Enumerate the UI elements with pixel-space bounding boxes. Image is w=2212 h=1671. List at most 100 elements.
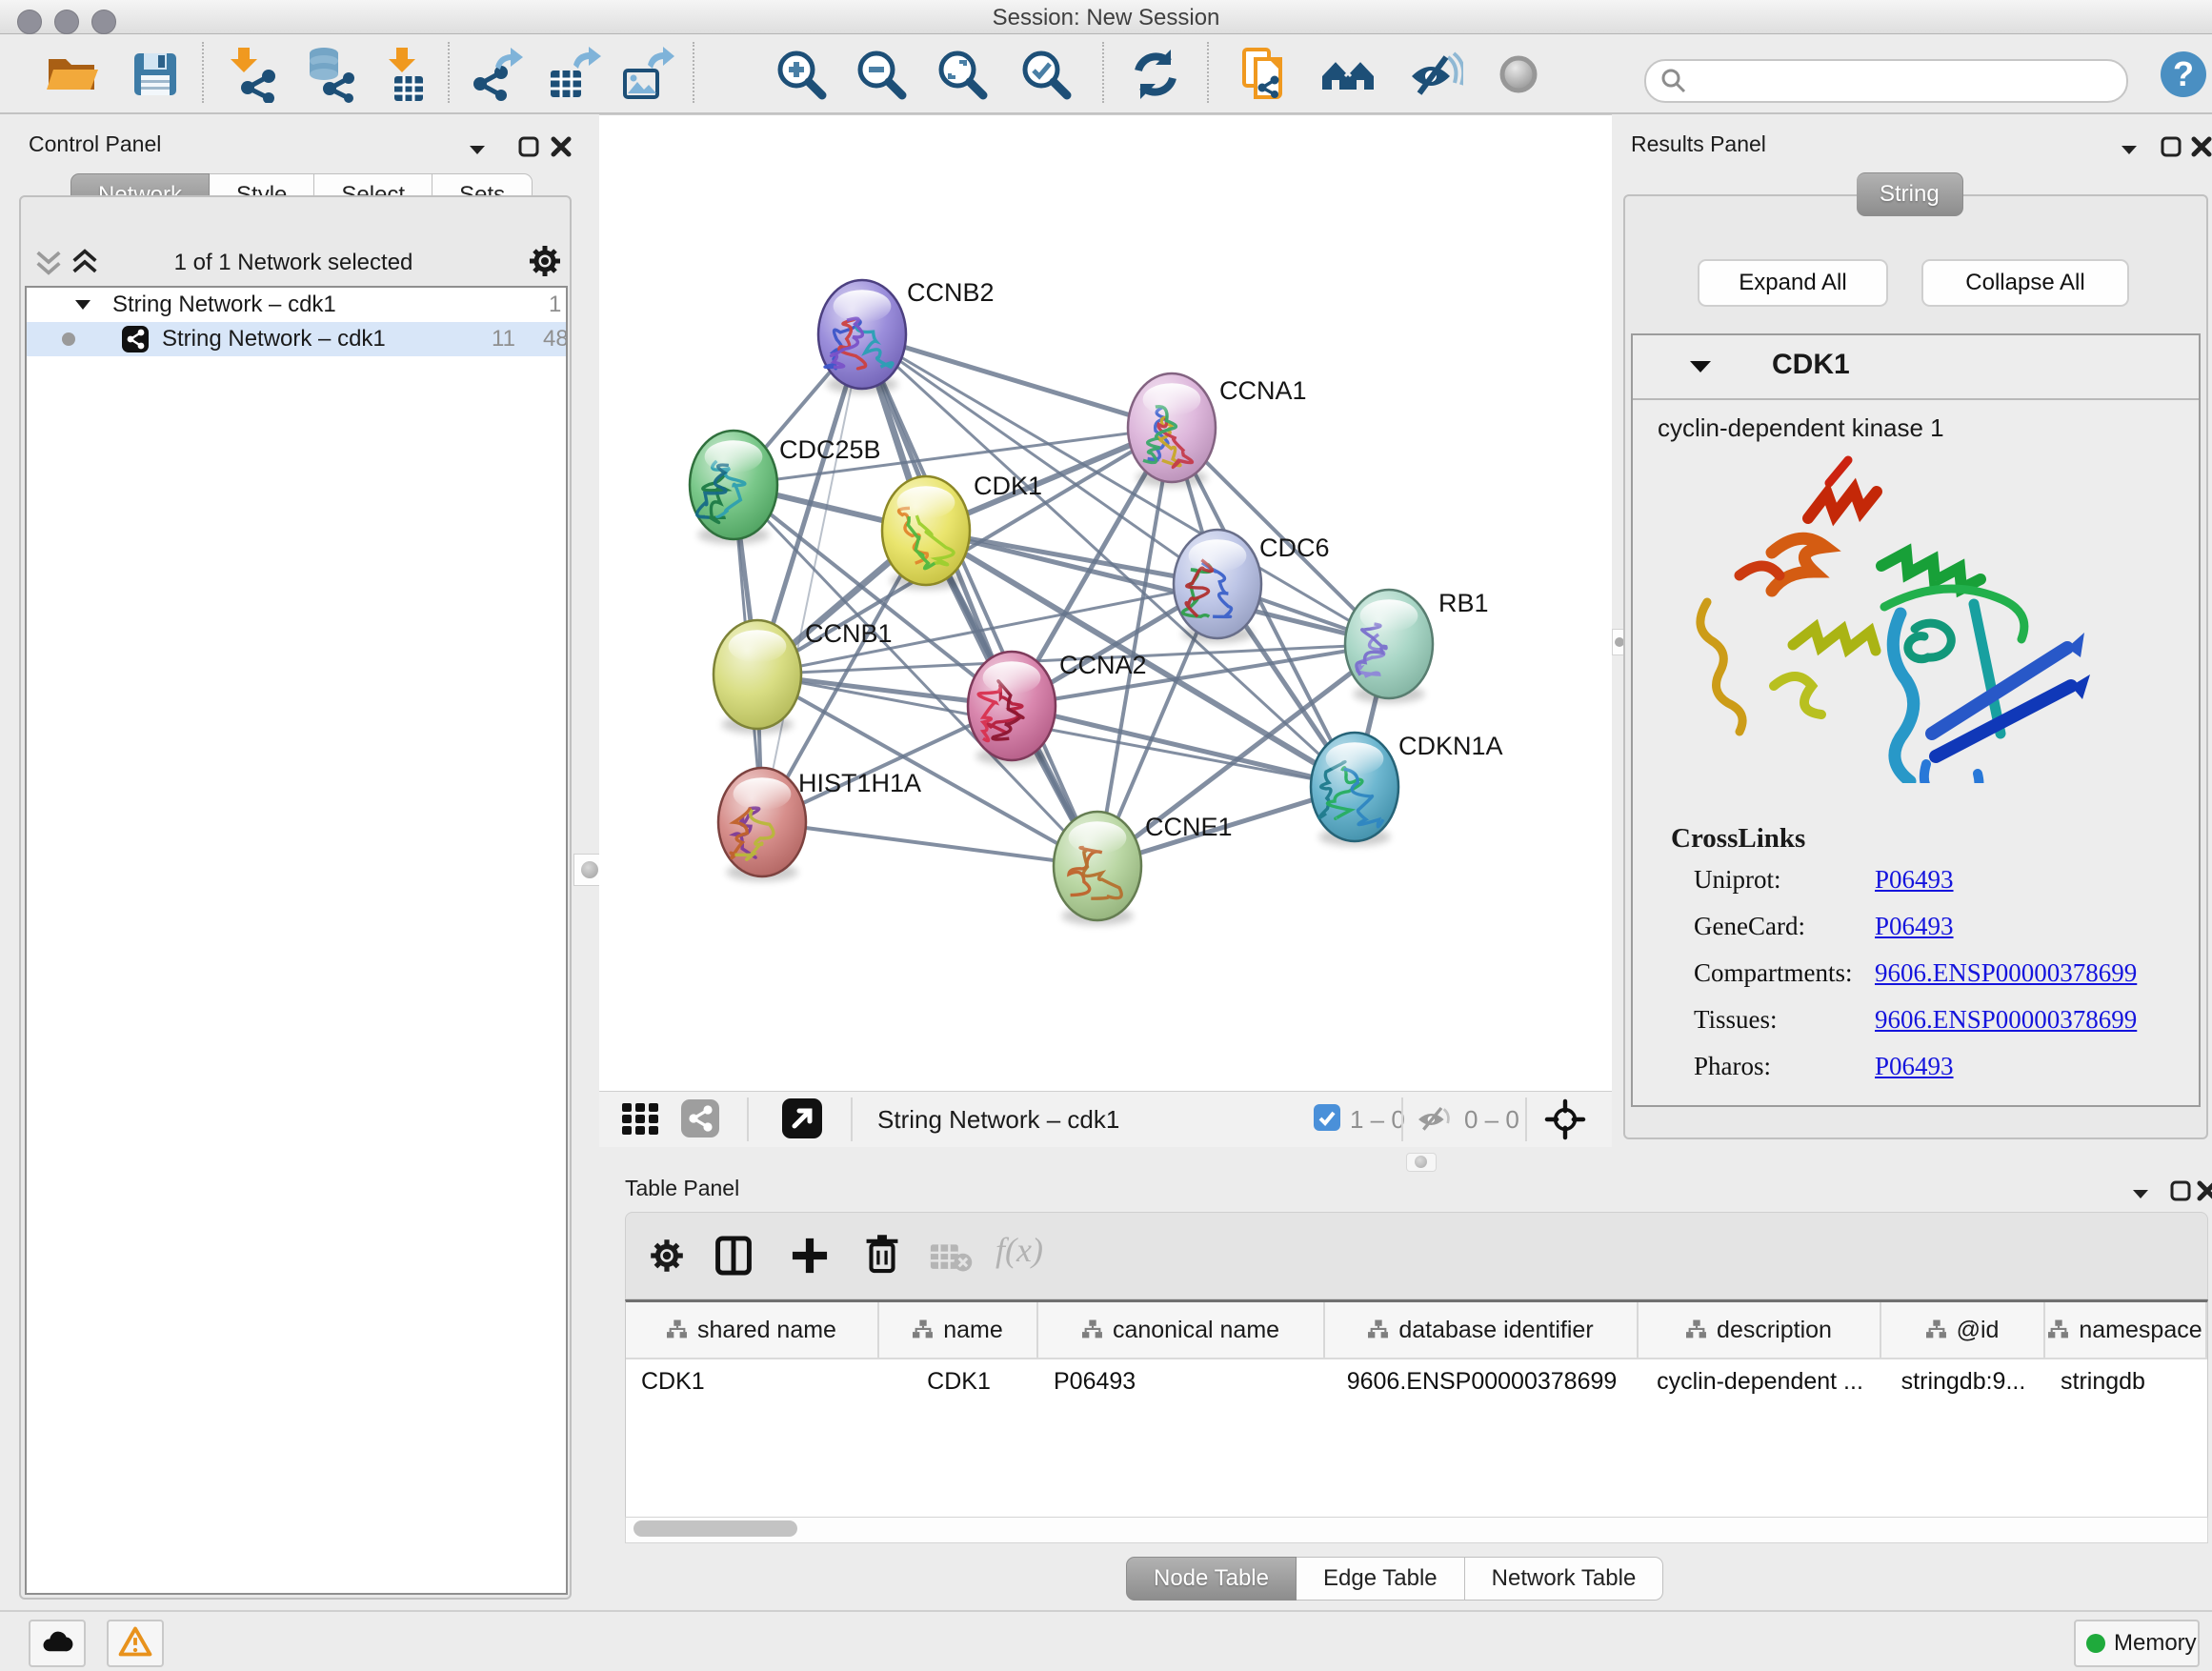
expand-all-button[interactable]: Expand All (1698, 259, 1888, 307)
crosslink-label: Uniprot: (1694, 865, 1875, 895)
results-panel-float-icon[interactable] (2117, 137, 2142, 162)
results-panel-close-icon[interactable] (2189, 134, 2212, 159)
table-panel-close-icon[interactable] (2195, 1178, 2212, 1203)
edge-CCNB2-CCNA1[interactable] (862, 334, 1172, 428)
tab-edge-table[interactable]: Edge Table (1297, 1557, 1465, 1601)
show-columns-icon[interactable] (712, 1234, 755, 1278)
table-cell[interactable]: stringdb:9... (1881, 1359, 2045, 1403)
column-header-description[interactable]: description (1639, 1302, 1881, 1358)
column-header-database-identifier[interactable]: database identifier (1325, 1302, 1639, 1358)
column-header-canonical-name[interactable]: canonical name (1038, 1302, 1325, 1358)
save-session-icon[interactable] (127, 46, 184, 103)
node-gloss (1143, 383, 1201, 415)
export-network-icon[interactable] (467, 46, 524, 103)
crosslink-link[interactable]: 9606.ENSP00000378699 (1875, 1005, 2137, 1035)
column-header-shared-name[interactable]: shared name (626, 1302, 879, 1358)
table-gear-icon[interactable] (647, 1236, 687, 1276)
import-table-icon[interactable] (379, 46, 436, 103)
copy-style-documents-icon[interactable] (1237, 46, 1294, 103)
tab-string[interactable]: String (1857, 172, 1963, 216)
table-cell[interactable]: CDK1 (879, 1359, 1038, 1403)
gray-sphere-icon[interactable] (1490, 46, 1547, 103)
table-cell[interactable]: stringdb (2045, 1359, 2207, 1403)
open-session-icon[interactable] (43, 46, 100, 103)
node-CCNA2[interactable]: CCNA2 (968, 651, 1147, 765)
refresh-icon[interactable] (1127, 46, 1184, 103)
table-cell[interactable]: P06493 (1038, 1359, 1325, 1403)
tab-node-table[interactable]: Node Table (1126, 1557, 1297, 1601)
node-CDK1[interactable]: CDK1 (882, 472, 1042, 590)
node-RB1[interactable]: RB1 (1345, 589, 1489, 703)
results-panel-maximize-icon[interactable] (2159, 134, 2183, 159)
detach-view-icon[interactable] (782, 1098, 822, 1138)
control-panel-float-icon[interactable] (465, 137, 490, 162)
selected-nodes-checkbox-icon[interactable] (1314, 1104, 1340, 1131)
network-selection-status: 1 of 1 Network selected (19, 250, 568, 276)
column-type-icon (1082, 1319, 1103, 1340)
table-panel-float-icon[interactable] (2128, 1181, 2153, 1206)
crosslink-link[interactable]: P06493 (1875, 1052, 1954, 1081)
cloud-button[interactable] (29, 1620, 86, 1667)
hidden-nodes-eye-icon[interactable] (1415, 1104, 1453, 1133)
network-node-count: 11 (492, 326, 515, 352)
node-label-CDC25B: CDC25B (779, 435, 881, 464)
network-canvas[interactable]: CCNB2CCNA1CDC25BCDK1CDC6RB1CCNB1CCNA2CDK… (599, 114, 1612, 1092)
network-view-share-icon[interactable] (681, 1099, 719, 1137)
help-icon[interactable]: ? (2157, 48, 2212, 105)
column-header-@id[interactable]: @id (1881, 1302, 2045, 1358)
edge-HIST1H1A-CCNE1[interactable] (762, 822, 1097, 866)
network-options-gear-icon[interactable] (526, 242, 564, 280)
zoom-out-icon[interactable] (853, 46, 910, 103)
birds-eye-crosshair-icon[interactable] (1544, 1098, 1586, 1140)
delete-column-trash-icon[interactable] (860, 1232, 904, 1276)
grid-view-icon[interactable] (622, 1103, 664, 1136)
crosslink-link[interactable]: P06493 (1875, 865, 1954, 895)
search-input[interactable] (1696, 65, 2109, 95)
table-cell[interactable]: CDK1 (626, 1359, 879, 1403)
export-table-icon[interactable] (545, 46, 602, 103)
column-header-name[interactable]: name (879, 1302, 1038, 1358)
crosslink-link[interactable]: P06493 (1875, 912, 1954, 941)
node-gloss (897, 486, 955, 518)
table-cell[interactable]: 9606.ENSP00000378699 (1325, 1359, 1639, 1403)
zoom-selected-icon[interactable] (1017, 46, 1075, 103)
zoom-in-icon[interactable] (773, 46, 830, 103)
node-HIST1H1A[interactable]: HIST1H1A (718, 768, 921, 881)
node-label-CCNB1: CCNB1 (805, 619, 893, 648)
scrollbar-thumb[interactable] (633, 1520, 797, 1537)
control-panel-close-icon[interactable] (549, 134, 573, 159)
memory-button[interactable]: Memory (2074, 1620, 2200, 1667)
entry-collapse-icon[interactable] (1688, 358, 1713, 375)
table-row[interactable]: CDK1CDK1P064939606.ENSP00000378699cyclin… (626, 1359, 2207, 1403)
table-cell[interactable]: cyclin-dependent ... (1639, 1359, 1881, 1403)
houses-icon[interactable] (1319, 46, 1377, 103)
crosslinks-title: CrossLinks (1671, 823, 1805, 855)
collapse-all-button[interactable]: Collapse All (1921, 259, 2129, 307)
window-title: Session: New Session (0, 5, 2212, 31)
network-collection-row[interactable]: String Network – cdk1 1 (27, 288, 566, 322)
control-panel-maximize-icon[interactable] (516, 134, 541, 159)
node-CCNA1[interactable]: CCNA1 (1128, 373, 1307, 487)
column-header-namespace[interactable]: namespace (2045, 1302, 2207, 1358)
import-network-file-icon[interactable] (227, 46, 284, 103)
tab-network-table[interactable]: Network Table (1465, 1557, 1664, 1601)
zoom-fit-icon[interactable] (934, 46, 991, 103)
network-graph[interactable]: CCNB2CCNA1CDC25BCDK1CDC6RB1CCNB1CCNA2CDK… (599, 115, 1612, 1092)
node-table: shared namenamecanonical namedatabase id… (625, 1299, 2208, 1542)
hide-eye-slash-icon[interactable] (1406, 46, 1463, 103)
node-CDKN1A[interactable]: CDKN1A (1311, 732, 1503, 846)
search-field[interactable] (1644, 59, 2128, 103)
edge-CCNB2-HIST1H1A[interactable] (762, 334, 862, 822)
crosslink-link[interactable]: 9606.ENSP00000378699 (1875, 958, 2137, 988)
table-panel-maximize-icon[interactable] (2168, 1178, 2193, 1203)
tree-expander-icon[interactable] (74, 297, 91, 312)
horizontal-splitter-handle[interactable] (1406, 1153, 1437, 1172)
import-network-database-icon[interactable] (301, 46, 358, 103)
edge-CCNA2-CDKN1A[interactable] (1012, 706, 1355, 787)
network-row-selected[interactable]: String Network – cdk1 11 48 (27, 322, 566, 356)
add-column-icon[interactable] (788, 1234, 832, 1278)
warning-button[interactable] (107, 1620, 164, 1667)
entry-header[interactable]: CDK1 (1633, 335, 2199, 400)
table-horizontal-scrollbar[interactable] (625, 1517, 2208, 1543)
export-image-icon[interactable] (617, 46, 674, 103)
